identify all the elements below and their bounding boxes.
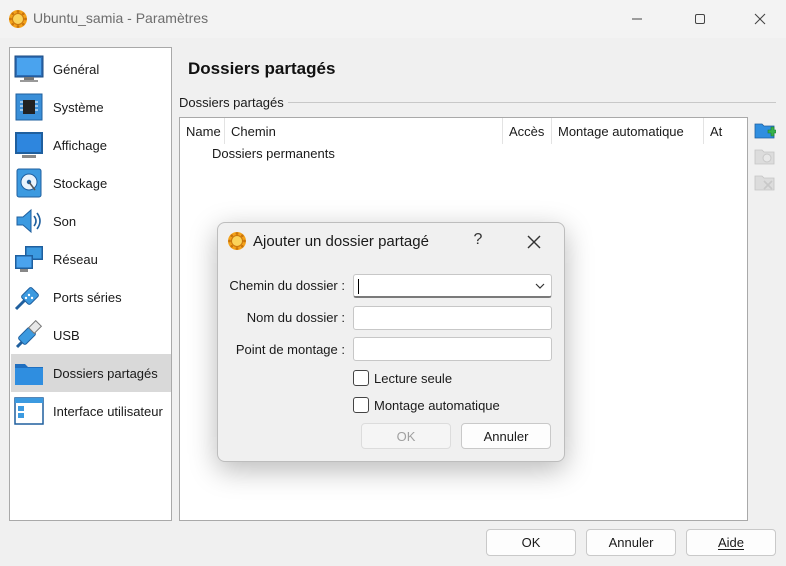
sidebar-item-label: Affichage	[53, 138, 107, 153]
folder-icon	[15, 364, 43, 385]
sidebar-item-label: USB	[53, 328, 80, 343]
cancel-button[interactable]: Annuler	[586, 529, 676, 556]
automount-checkbox[interactable]	[353, 397, 369, 413]
sidebar-item-usb[interactable]: USB	[11, 316, 171, 354]
sidebar-item-serial-ports[interactable]: Ports séries	[11, 278, 171, 316]
window-layout-icon	[14, 397, 44, 425]
sidebar-item-audio[interactable]: Son	[11, 202, 171, 240]
group-box-label: Dossiers partagés	[179, 95, 284, 110]
folder-name-label: Nom du dossier :	[246, 310, 345, 325]
sidebar-item-label: Général	[53, 62, 100, 77]
virtualbox-app-icon	[9, 10, 27, 28]
sidebar-item-user-interface[interactable]: Interface utilisateur	[11, 392, 171, 430]
column-header-at[interactable]: At	[710, 124, 722, 139]
sidebar-item-label: Son	[53, 214, 77, 229]
dialog-cancel-button[interactable]: Annuler	[461, 423, 551, 449]
virtualbox-app-icon	[228, 232, 246, 250]
column-divider	[703, 118, 704, 144]
column-header-auto-mount[interactable]: Montage automatique	[558, 124, 684, 139]
folder-path-combobox[interactable]	[353, 274, 552, 298]
help-button-label: Aide	[717, 535, 745, 550]
dialog-title: Ajouter un dossier partagé	[253, 233, 429, 250]
readonly-label[interactable]: Lecture seule	[374, 371, 452, 386]
column-header-access[interactable]: Accès	[509, 124, 544, 139]
close-icon	[754, 13, 766, 25]
folder-name-input[interactable]	[353, 306, 552, 330]
folder-path-label: Chemin du dossier :	[229, 278, 345, 293]
ok-button[interactable]: OK	[486, 529, 576, 556]
remove-folder-icon	[754, 175, 775, 191]
group-box-divider	[288, 102, 776, 103]
help-button[interactable]: Aide	[686, 529, 776, 556]
edit-folder-icon	[754, 149, 775, 165]
chip-icon	[15, 93, 43, 121]
settings-sidebar: Général Système Affichage Stockage Son R…	[9, 47, 172, 521]
column-divider	[502, 118, 503, 144]
dialog-ok-button[interactable]: OK	[361, 423, 451, 449]
column-divider	[224, 118, 225, 144]
sidebar-item-network[interactable]: Réseau	[11, 240, 171, 278]
usb-icon	[15, 320, 43, 349]
column-header-path[interactable]: Chemin	[231, 124, 276, 139]
sidebar-item-label: Stockage	[53, 176, 108, 191]
column-divider	[551, 118, 552, 144]
sidebar-item-display[interactable]: Affichage	[11, 126, 171, 164]
dialog-close-icon[interactable]	[524, 232, 544, 252]
mount-point-input[interactable]	[353, 337, 552, 361]
close-button[interactable]	[737, 0, 783, 38]
chevron-down-icon	[535, 283, 545, 289]
network-icon	[15, 246, 43, 272]
minimize-button[interactable]	[614, 0, 660, 38]
sidebar-item-system[interactable]: Système	[11, 88, 171, 126]
column-header-name[interactable]: Name	[186, 124, 221, 139]
sidebar-item-storage[interactable]: Stockage	[11, 164, 171, 202]
monitor-icon	[14, 55, 44, 82]
sidebar-item-label: Interface utilisateur	[53, 404, 163, 419]
display-icon	[15, 132, 43, 158]
maximize-icon	[695, 14, 705, 24]
sidebar-item-label: Ports séries	[53, 290, 122, 305]
text-caret	[358, 279, 359, 294]
mount-point-label: Point de montage :	[235, 342, 345, 357]
add-folder-icon[interactable]	[754, 119, 776, 141]
tree-item-permanent-folders[interactable]: Dossiers permanents	[212, 146, 335, 161]
readonly-checkbox[interactable]	[353, 370, 369, 386]
minimize-icon	[632, 18, 642, 20]
title-bar: Ubuntu_samia - Paramètres	[0, 0, 786, 38]
dialog-help-button[interactable]: ?	[468, 231, 488, 249]
disk-icon	[16, 168, 42, 198]
automount-label[interactable]: Montage automatique	[374, 398, 500, 413]
sidebar-item-label: Dossiers partagés	[53, 366, 158, 381]
sidebar-item-label: Réseau	[53, 252, 98, 267]
sidebar-item-label: Système	[53, 100, 104, 115]
add-shared-folder-dialog: Ajouter un dossier partagé ? Chemin du d…	[217, 222, 565, 462]
page-title: Dossiers partagés	[188, 59, 336, 78]
sidebar-item-shared-folders[interactable]: Dossiers partagés	[11, 354, 171, 392]
maximize-button[interactable]	[677, 0, 723, 38]
speaker-icon	[16, 208, 41, 234]
window-title: Ubuntu_samia - Paramètres	[33, 10, 209, 26]
sidebar-item-general[interactable]: Général	[11, 50, 171, 88]
serial-port-icon	[14, 287, 39, 311]
